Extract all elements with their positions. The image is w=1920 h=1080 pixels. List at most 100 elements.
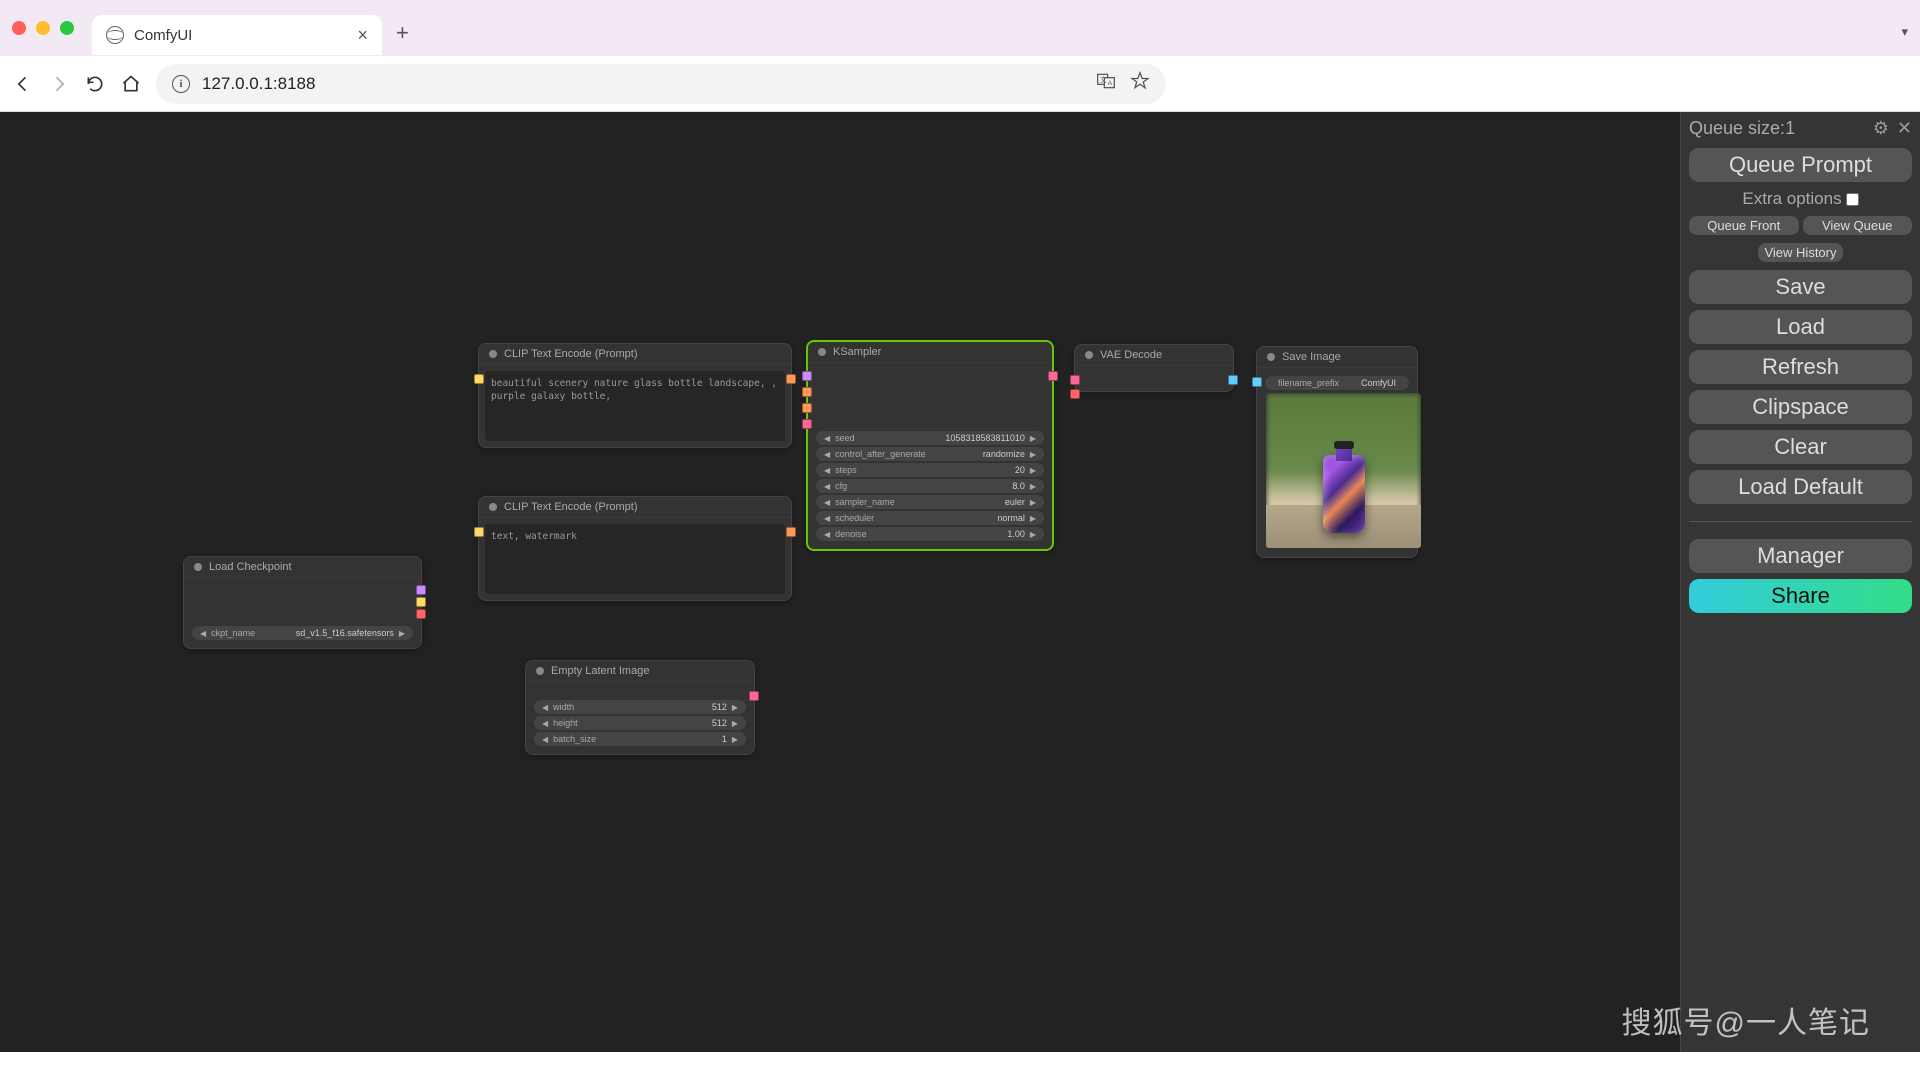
node-load-checkpoint[interactable]: Load Checkpoint ◀ ckpt_name sd_v1.5_f16.…	[183, 556, 422, 649]
share-button[interactable]: Share	[1689, 579, 1912, 613]
port-latent-out[interactable]	[1048, 371, 1058, 381]
node-clip-text-encode-positive[interactable]: CLIP Text Encode (Prompt) beautiful scen…	[478, 343, 792, 448]
port-model-out[interactable]	[416, 585, 426, 595]
bookmark-star-icon[interactable]	[1130, 71, 1150, 96]
nav-back-icon[interactable]	[12, 73, 34, 95]
window-controls	[12, 21, 74, 35]
nav-forward-icon[interactable]	[48, 73, 70, 95]
chevron-right-icon[interactable]: ▶	[1030, 482, 1036, 491]
widget-ksampler-steps[interactable]: ◀steps20▶	[816, 463, 1044, 477]
view-history-button[interactable]: View History	[1758, 243, 1842, 262]
chevron-right-icon[interactable]: ▶	[399, 629, 405, 638]
clipspace-button[interactable]: Clipspace	[1689, 390, 1912, 424]
output-image-preview[interactable]	[1266, 393, 1421, 548]
port-image-out[interactable]	[1228, 375, 1238, 385]
settings-gear-icon[interactable]: ⚙	[1873, 118, 1889, 139]
view-queue-button[interactable]: View Queue	[1803, 216, 1913, 235]
port-clip-in[interactable]	[474, 374, 484, 384]
extra-options-toggle[interactable]: Extra options	[1689, 189, 1912, 209]
widget-ksampler-seed[interactable]: ◀seed1058318583811010▶	[816, 431, 1044, 445]
widget-ksampler-denoise[interactable]: ◀denoise1.00▶	[816, 527, 1044, 541]
port-latent-out[interactable]	[749, 691, 759, 701]
tab-overflow-icon[interactable]: ▾	[1901, 24, 1908, 40]
chevron-right-icon[interactable]: ▶	[1030, 450, 1036, 459]
port-images-in[interactable]	[1252, 377, 1262, 387]
port-conditioning-out[interactable]	[786, 374, 796, 384]
chevron-left-icon[interactable]: ◀	[824, 434, 830, 443]
load-button[interactable]: Load	[1689, 310, 1912, 344]
port-model-in[interactable]	[802, 371, 812, 381]
tab-close-icon[interactable]: ×	[357, 25, 368, 46]
node-empty-latent-image[interactable]: Empty Latent Image ◀width512▶ ◀height512▶…	[525, 660, 755, 755]
address-bar[interactable]: i 127.0.0.1:8188 文A	[156, 64, 1166, 104]
manager-button[interactable]: Manager	[1689, 539, 1912, 573]
port-negative-in[interactable]	[802, 403, 812, 413]
chevron-left-icon[interactable]: ◀	[824, 450, 830, 459]
queue-prompt-button[interactable]: Queue Prompt	[1689, 148, 1912, 182]
chevron-left-icon[interactable]: ◀	[542, 703, 548, 712]
translate-icon[interactable]: 文A	[1096, 71, 1116, 96]
nav-home-icon[interactable]	[120, 73, 142, 95]
load-default-button[interactable]: Load Default	[1689, 470, 1912, 504]
chevron-left-icon[interactable]: ◀	[824, 514, 830, 523]
node-clip-text-encode-negative[interactable]: CLIP Text Encode (Prompt) text, watermar…	[478, 496, 792, 601]
port-clip-out[interactable]	[416, 597, 426, 607]
port-clip-in[interactable]	[474, 527, 484, 537]
chevron-right-icon[interactable]: ▶	[1030, 514, 1036, 523]
chevron-left-icon[interactable]: ◀	[542, 719, 548, 728]
node-save-image[interactable]: Save Image filename_prefix ComfyUI	[1256, 346, 1418, 558]
chevron-left-icon[interactable]: ◀	[824, 498, 830, 507]
queue-front-button[interactable]: Queue Front	[1689, 216, 1799, 235]
port-positive-in[interactable]	[802, 387, 812, 397]
queue-size-value: 1	[1785, 118, 1795, 139]
widget-ksampler-control_after_generate[interactable]: ◀control_after_generaterandomize▶	[816, 447, 1044, 461]
new-tab-button[interactable]: +	[396, 20, 409, 46]
chevron-right-icon[interactable]: ▶	[1030, 498, 1036, 507]
widget-latent-batch_size[interactable]: ◀batch_size1▶	[534, 732, 746, 746]
port-conditioning-out[interactable]	[786, 527, 796, 537]
widget-filename-prefix[interactable]: filename_prefix ComfyUI	[1265, 376, 1409, 390]
extra-options-checkbox[interactable]	[1846, 193, 1859, 206]
node-title: VAE Decode	[1100, 349, 1162, 361]
port-vae-in[interactable]	[1070, 389, 1080, 399]
nav-reload-icon[interactable]	[84, 73, 106, 95]
refresh-button[interactable]: Refresh	[1689, 350, 1912, 384]
port-latent-in[interactable]	[802, 419, 812, 429]
browser-tab[interactable]: ComfyUI ×	[92, 15, 382, 55]
chevron-left-icon[interactable]: ◀	[200, 629, 206, 638]
node-ksampler[interactable]: KSampler ◀seed1058318583811010▶◀control_…	[806, 340, 1054, 551]
node-vae-decode[interactable]: VAE Decode	[1074, 344, 1234, 392]
window-minimize-icon[interactable]	[36, 21, 50, 35]
comfyui-app: Load Checkpoint ◀ ckpt_name sd_v1.5_f16.…	[0, 112, 1920, 1052]
widget-latent-height[interactable]: ◀height512▶	[534, 716, 746, 730]
chevron-right-icon[interactable]: ▶	[732, 703, 738, 712]
window-maximize-icon[interactable]	[60, 21, 74, 35]
prompt-text-input[interactable]: beautiful scenery nature glass bottle la…	[485, 371, 785, 441]
chevron-left-icon[interactable]: ◀	[824, 530, 830, 539]
widget-latent-width[interactable]: ◀width512▶	[534, 700, 746, 714]
port-samples-in[interactable]	[1070, 375, 1080, 385]
save-button[interactable]: Save	[1689, 270, 1912, 304]
widget-ckpt-name[interactable]: ◀ ckpt_name sd_v1.5_f16.safetensors ▶	[192, 626, 413, 640]
chevron-left-icon[interactable]: ◀	[542, 735, 548, 744]
chevron-right-icon[interactable]: ▶	[732, 719, 738, 728]
clear-button[interactable]: Clear	[1689, 430, 1912, 464]
site-info-icon[interactable]: i	[172, 75, 190, 93]
port-vae-out[interactable]	[416, 609, 426, 619]
node-canvas[interactable]: Load Checkpoint ◀ ckpt_name sd_v1.5_f16.…	[0, 112, 1920, 1052]
svg-text:文: 文	[1100, 75, 1107, 84]
chevron-left-icon[interactable]: ◀	[824, 466, 830, 475]
prompt-text-input[interactable]: text, watermark	[485, 524, 785, 594]
chevron-left-icon[interactable]: ◀	[824, 482, 830, 491]
node-title: Load Checkpoint	[209, 561, 292, 573]
chevron-right-icon[interactable]: ▶	[1030, 530, 1036, 539]
chevron-right-icon[interactable]: ▶	[1030, 434, 1036, 443]
widget-ksampler-sampler_name[interactable]: ◀sampler_nameeuler▶	[816, 495, 1044, 509]
chevron-right-icon[interactable]: ▶	[1030, 466, 1036, 475]
widget-ksampler-scheduler[interactable]: ◀schedulernormal▶	[816, 511, 1044, 525]
window-close-icon[interactable]	[12, 21, 26, 35]
panel-close-icon[interactable]: ✕	[1897, 118, 1912, 139]
widget-ksampler-cfg[interactable]: ◀cfg8.0▶	[816, 479, 1044, 493]
node-title: Empty Latent Image	[551, 665, 649, 677]
chevron-right-icon[interactable]: ▶	[732, 735, 738, 744]
